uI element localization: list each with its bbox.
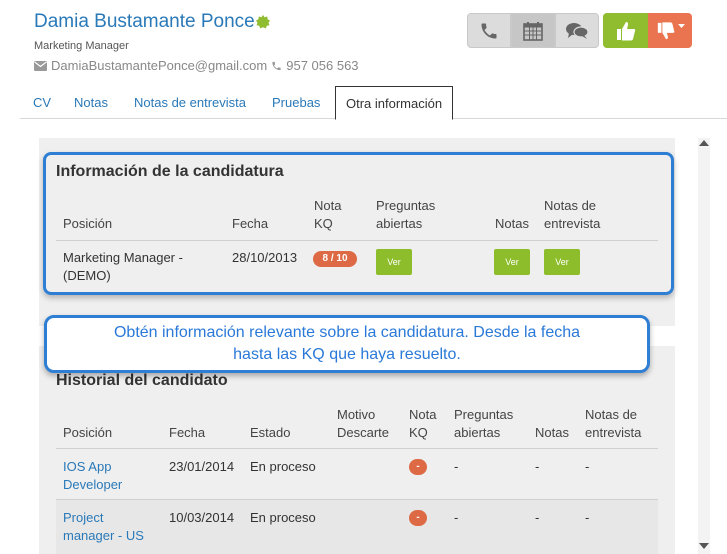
phone-small-icon — [272, 61, 281, 70]
callout-line-2: hasta las KQ que haya resuelto. — [233, 346, 461, 363]
hist-row-2-preguntas: - — [454, 510, 459, 525]
reject-button[interactable] — [648, 13, 692, 48]
hist-header-estado: Estado — [250, 425, 291, 440]
caret-down-icon — [677, 24, 685, 28]
chat-icon — [566, 22, 589, 39]
schedule-button[interactable] — [511, 13, 555, 48]
candidate-email[interactable]: DamiaBustamantePonce@gmail.com — [51, 58, 267, 73]
tab-pruebas[interactable]: Pruebas — [272, 86, 320, 119]
hist-row-1-estado: En proceso — [250, 459, 316, 474]
candidate-header: Damia Bustamante Ponce Marketing Manager… — [0, 0, 727, 120]
status-badge-icon — [256, 15, 270, 29]
historial-panel: Historial del candidato Posición Fecha E… — [39, 346, 675, 554]
candidate-phone[interactable]: 957 056 563 — [286, 58, 358, 73]
hist-header-nota-kq: Nota KQ — [409, 407, 437, 440]
hist-header-preguntas: Preguntas abiertas — [454, 407, 514, 440]
candidate-role: Marketing Manager — [34, 40, 129, 52]
phone-icon — [481, 23, 497, 38]
hist-row-1-kq-badge: - — [409, 459, 427, 475]
historial-title: Historial del candidato — [56, 372, 228, 389]
hist-row-1-posicion[interactable]: IOS App Developer — [63, 458, 122, 494]
tooltip-callout: Obtén información relevante sobre la can… — [44, 315, 650, 373]
thumbs-up-icon — [616, 21, 635, 40]
approve-button[interactable] — [603, 13, 648, 48]
hist-row-1-notas-entrevista: - — [585, 459, 590, 474]
scrollbar[interactable] — [698, 138, 710, 554]
tab-notas[interactable]: Notas — [74, 86, 108, 119]
hist-row-2-kq-badge: - — [409, 510, 427, 526]
envelope-icon — [34, 60, 47, 71]
tab-notas-entrevista[interactable]: Notas de entrevista — [134, 86, 246, 119]
thumbs-down-icon — [657, 21, 674, 39]
tab-otra-informacion[interactable]: Otra información — [335, 86, 454, 120]
calendar-icon — [523, 21, 543, 41]
tab-bar: CV Notas Notas de entrevista Pruebas Otr… — [20, 86, 727, 120]
hist-header-notas: Notas — [535, 425, 569, 440]
hist-row-2-estado: En proceso — [250, 510, 316, 525]
hist-row-1-fecha: 23/01/2014 — [169, 459, 235, 474]
contact-actions — [467, 13, 599, 48]
call-button[interactable] — [467, 13, 511, 48]
contact-info: DamiaBustamantePonce@gmail.com 957 056 5… — [34, 58, 359, 73]
hist-row-2-notas-entrevista: - — [585, 510, 590, 525]
scroll-down-arrow-icon[interactable] — [699, 543, 709, 549]
message-button[interactable] — [555, 13, 599, 48]
candidatura-highlight-frame — [43, 152, 674, 295]
hist-header-posicion: Posición — [63, 425, 113, 440]
hist-row-2-band — [56, 500, 658, 554]
candidate-name[interactable]: Damia Bustamante Ponce — [34, 11, 255, 33]
hist-row-2-notas: - — [535, 510, 540, 525]
hist-row-1-preguntas: - — [454, 459, 459, 474]
callout-line-1: Obtén información relevante sobre la can… — [113, 324, 581, 341]
hist-header-notas-entrevista: Notas de entrevista — [585, 407, 642, 440]
hist-row-1-notas: - — [535, 459, 540, 474]
tab-cv[interactable]: CV — [33, 86, 51, 119]
hist-row-2-posicion[interactable]: Project manager - US — [63, 509, 144, 545]
scroll-up-arrow-icon[interactable] — [699, 140, 709, 146]
hist-header-fecha: Fecha — [169, 425, 206, 440]
hist-row-2-fecha: 10/03/2014 — [169, 510, 235, 525]
hist-header-motivo-descarte: Motivo Descarte — [337, 407, 390, 440]
hist-header-divider — [56, 448, 658, 449]
